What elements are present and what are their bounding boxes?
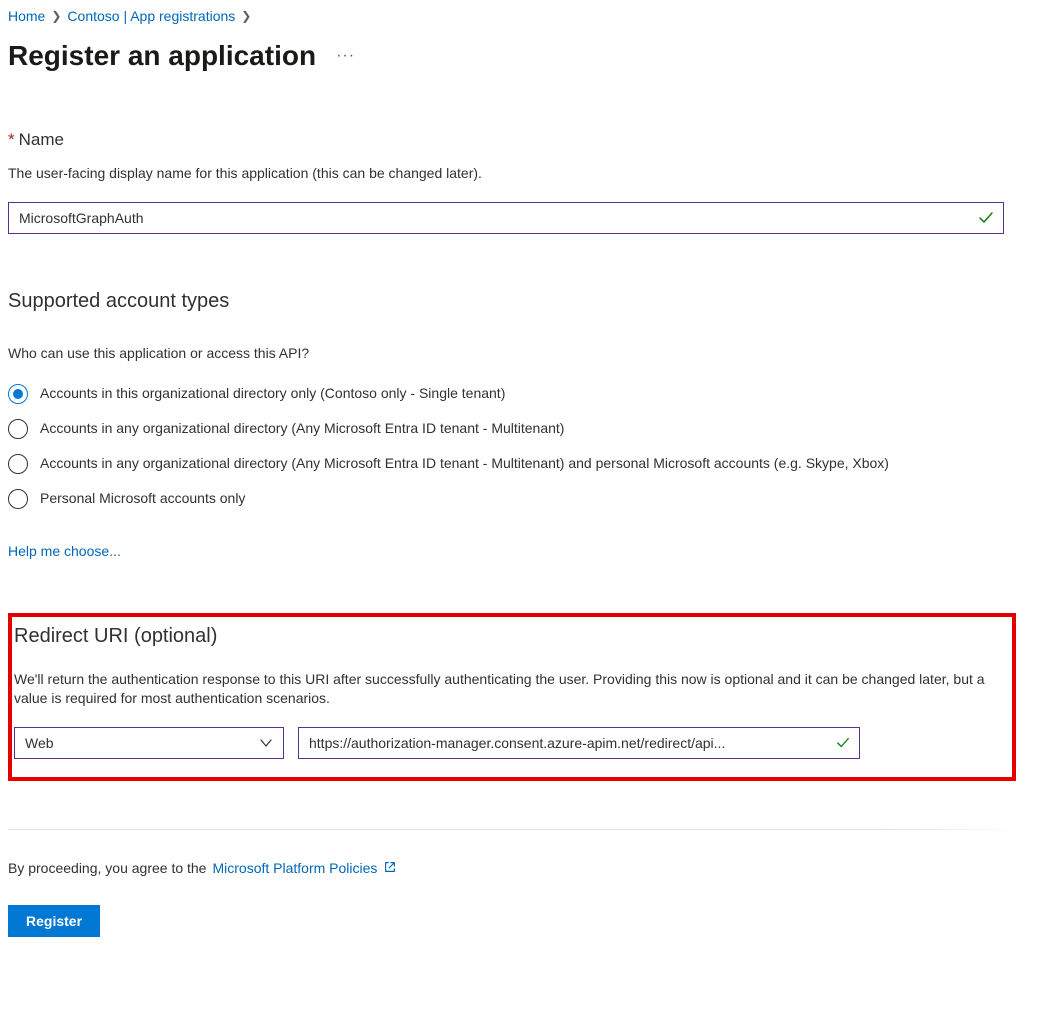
- register-button[interactable]: Register: [8, 905, 100, 937]
- consent-row: By proceeding, you agree to the Microsof…: [8, 860, 1029, 877]
- radio-multitenant[interactable]: Accounts in any organizational directory…: [8, 418, 1029, 439]
- redirect-uri-row: Web https://authorization-manager.consen…: [14, 727, 1010, 759]
- radio-label: Accounts in any organizational directory…: [40, 453, 889, 474]
- breadcrumb-home[interactable]: Home: [8, 8, 45, 24]
- name-input-wrap: [8, 202, 1004, 234]
- redirect-uri-input[interactable]: https://authorization-manager.consent.az…: [298, 727, 860, 759]
- page-title: Register an application: [8, 40, 316, 72]
- platform-select[interactable]: Web: [14, 727, 284, 759]
- chevron-down-icon: [259, 736, 273, 750]
- radio-multitenant-personal[interactable]: Accounts in any organizational directory…: [8, 453, 1029, 474]
- radio-icon: [8, 384, 28, 404]
- platform-select-value: Web: [25, 735, 54, 751]
- name-input[interactable]: [8, 202, 1004, 234]
- radio-single-tenant[interactable]: Accounts in this organizational director…: [8, 383, 1029, 404]
- more-icon[interactable]: ···: [336, 47, 355, 65]
- radio-label: Accounts in any organizational directory…: [40, 418, 564, 439]
- radio-label: Accounts in this organizational director…: [40, 383, 505, 404]
- external-link-icon: [383, 860, 397, 877]
- account-types-heading: Supported account types: [8, 290, 1029, 313]
- consent-prefix: By proceeding, you agree to the: [8, 860, 206, 876]
- divider: [8, 829, 1028, 830]
- redirect-uri-desc: We'll return the authentication response…: [14, 670, 1010, 709]
- radio-personal-only[interactable]: Personal Microsoft accounts only: [8, 488, 1029, 509]
- chevron-right-icon: ❯: [241, 9, 251, 23]
- radio-icon: [8, 419, 28, 439]
- page-title-row: Register an application ···: [8, 40, 1029, 72]
- platform-policies-link[interactable]: Microsoft Platform Policies: [212, 860, 377, 876]
- required-star-icon: *: [8, 130, 15, 149]
- help-me-choose-link[interactable]: Help me choose...: [8, 543, 121, 559]
- radio-icon: [8, 454, 28, 474]
- radio-icon: [8, 489, 28, 509]
- name-label-text: Name: [19, 130, 64, 149]
- name-label: *Name: [8, 130, 1029, 150]
- name-desc: The user-facing display name for this ap…: [8, 164, 1029, 184]
- account-type-radio-group: Accounts in this organizational director…: [8, 383, 1029, 509]
- redirect-uri-highlight: Redirect URI (optional) We'll return the…: [8, 613, 1016, 781]
- breadcrumb: Home ❯ Contoso | App registrations ❯: [8, 8, 1029, 24]
- breadcrumb-tenant[interactable]: Contoso | App registrations: [67, 8, 235, 24]
- uri-input-wrap: https://authorization-manager.consent.az…: [298, 727, 860, 759]
- redirect-uri-heading: Redirect URI (optional): [14, 625, 1010, 648]
- radio-label: Personal Microsoft accounts only: [40, 488, 245, 509]
- account-types-question: Who can use this application or access t…: [8, 345, 1029, 361]
- chevron-right-icon: ❯: [51, 9, 61, 23]
